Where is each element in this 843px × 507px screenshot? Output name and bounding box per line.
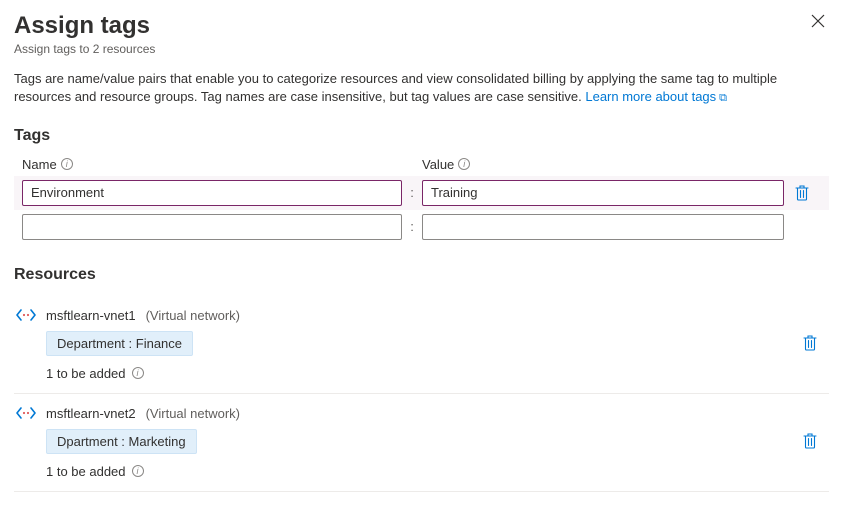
- trash-icon: [803, 433, 817, 449]
- resource-item: msftlearn-vnet1 (Virtual network) Depart…: [14, 296, 829, 394]
- value-column-label: Value: [422, 157, 454, 172]
- close-button[interactable]: [807, 12, 829, 30]
- page-subtitle: Assign tags to 2 resources: [14, 42, 155, 56]
- tag-row: :: [14, 210, 829, 244]
- resource-name: msftlearn-vnet1: [46, 308, 136, 323]
- resource-type: (Virtual network): [146, 406, 240, 421]
- virtual-network-icon: [16, 406, 36, 420]
- tag-name-input[interactable]: [22, 180, 402, 206]
- resource-item: msftlearn-vnet2 (Virtual network) Dpartm…: [14, 394, 829, 492]
- info-icon[interactable]: i: [61, 158, 73, 170]
- info-icon[interactable]: i: [458, 158, 470, 170]
- tags-columns-header: Name i Value i: [14, 157, 829, 172]
- page-title: Assign tags: [14, 12, 155, 40]
- existing-tag-badge: Department : Finance: [46, 331, 193, 356]
- virtual-network-icon: [16, 308, 36, 322]
- trash-icon: [803, 335, 817, 351]
- tag-row: :: [14, 176, 829, 210]
- resources-heading: Resources: [14, 266, 829, 284]
- close-icon: [811, 14, 825, 28]
- tag-value-input[interactable]: [422, 214, 784, 240]
- pending-tags-text: 1 to be added: [46, 464, 126, 479]
- remove-resource-button[interactable]: [803, 433, 817, 449]
- pending-tags-text: 1 to be added: [46, 366, 126, 381]
- resource-name: msftlearn-vnet2: [46, 406, 136, 421]
- remove-resource-button[interactable]: [803, 335, 817, 351]
- tag-value-input[interactable]: [422, 180, 784, 206]
- external-link-icon: ⧉: [719, 92, 727, 104]
- tag-separator: :: [402, 219, 422, 234]
- resource-type: (Virtual network): [146, 308, 240, 323]
- trash-icon: [795, 185, 809, 201]
- existing-tag-badge: Dpartment : Marketing: [46, 429, 197, 454]
- description-text: Tags are name/value pairs that enable yo…: [14, 70, 829, 107]
- info-icon[interactable]: i: [132, 465, 144, 477]
- info-icon[interactable]: i: [132, 367, 144, 379]
- tag-separator: :: [402, 185, 422, 200]
- name-column-label: Name: [22, 157, 57, 172]
- learn-more-link[interactable]: Learn more about tags⧉: [585, 89, 727, 104]
- delete-tag-button[interactable]: [795, 185, 809, 201]
- tags-heading: Tags: [14, 127, 829, 145]
- tag-name-input[interactable]: [22, 214, 402, 240]
